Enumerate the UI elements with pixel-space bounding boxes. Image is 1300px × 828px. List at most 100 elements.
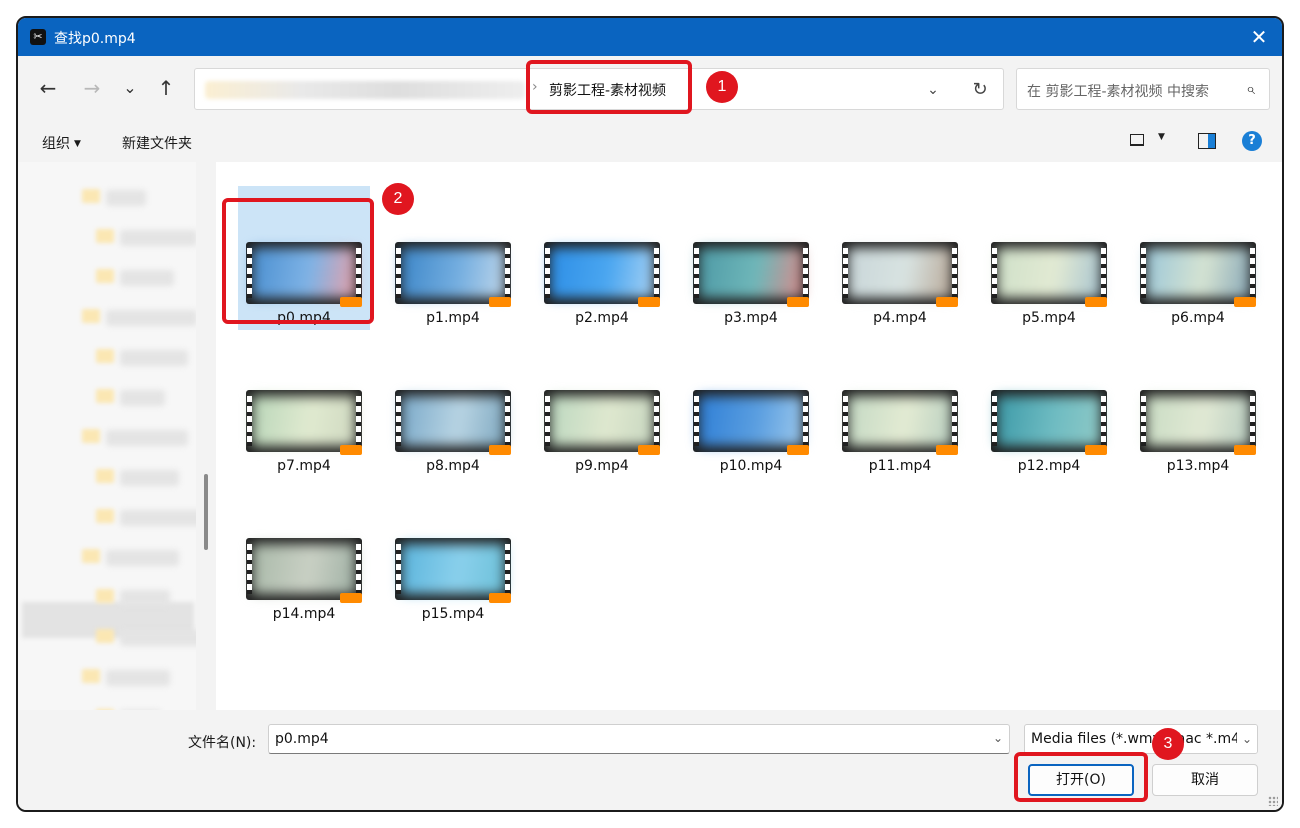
annotation-badge-2: 2 bbox=[382, 183, 414, 215]
file-name: p15.mp4 bbox=[421, 606, 485, 622]
nav-pane-item-blurred[interactable] bbox=[106, 430, 188, 446]
vlc-cone-icon bbox=[1234, 445, 1256, 455]
film-strip-icon bbox=[992, 248, 997, 298]
file-name: p10.mp4 bbox=[719, 458, 783, 474]
organize-label: 组织 bbox=[42, 136, 70, 152]
file-name: p4.mp4 bbox=[873, 310, 927, 326]
video-thumbnail bbox=[544, 242, 660, 307]
thumbnail-image-blurred bbox=[848, 248, 952, 298]
folder-icon bbox=[82, 429, 100, 443]
thumbnail-image-blurred bbox=[550, 396, 654, 446]
nav-pane-item-blurred[interactable] bbox=[106, 310, 196, 326]
preview-pane-icon[interactable] bbox=[1198, 133, 1216, 149]
recent-locations-button[interactable]: ⌄ bbox=[116, 74, 144, 102]
view-mode-icon[interactable] bbox=[1130, 134, 1144, 146]
file-type-select[interactable]: Media files (*.wmv *.aac *.m4 ⌄ bbox=[1024, 724, 1258, 754]
filename-value: p0.mp4 bbox=[275, 731, 329, 747]
file-tile-p7-mp4[interactable]: p7.mp4 bbox=[238, 334, 370, 478]
forward-button[interactable]: → bbox=[78, 74, 106, 102]
thumbnail-image-blurred bbox=[401, 248, 505, 298]
video-thumbnail bbox=[991, 390, 1107, 455]
vlc-cone-icon bbox=[936, 445, 958, 455]
thumbnail-image-blurred bbox=[1146, 248, 1250, 298]
file-tile-p6-mp4[interactable]: p6.mp4 bbox=[1132, 186, 1264, 330]
folder-icon bbox=[82, 189, 100, 203]
file-tile-p5-mp4[interactable]: p5.mp4 bbox=[983, 186, 1115, 330]
file-tile-p15-mp4[interactable]: p15.mp4 bbox=[387, 482, 519, 626]
film-strip-icon bbox=[1250, 396, 1255, 446]
thumbnail-image-blurred bbox=[401, 544, 505, 594]
organize-menu[interactable]: 组织 ▼ bbox=[42, 133, 81, 153]
search-input[interactable]: 在 剪影工程-素材视频 中搜索 ⌕ bbox=[1016, 68, 1270, 110]
nav-pane-item-blurred[interactable] bbox=[106, 190, 146, 206]
video-thumbnail bbox=[693, 390, 809, 455]
file-tile-p2-mp4[interactable]: p2.mp4 bbox=[536, 186, 668, 330]
scrollbar-thumb[interactable] bbox=[204, 474, 208, 550]
chevron-down-icon[interactable]: ⌄ bbox=[921, 78, 945, 102]
folder-icon bbox=[96, 509, 114, 523]
film-strip-icon bbox=[545, 248, 550, 298]
close-button[interactable]: ✕ bbox=[1244, 22, 1274, 52]
nav-pane-item-blurred[interactable] bbox=[120, 470, 179, 486]
up-button[interactable]: ↑ bbox=[152, 74, 180, 102]
file-name: p1.mp4 bbox=[426, 310, 480, 326]
thumbnail-image-blurred bbox=[252, 396, 356, 446]
view-caret-icon[interactable]: ▼ bbox=[1158, 132, 1165, 142]
thumbnail-image-blurred bbox=[997, 396, 1101, 446]
nav-pane-item-blurred[interactable] bbox=[120, 630, 196, 646]
file-type-value: Media files (*.wmv *.aac *.m4 bbox=[1031, 731, 1241, 747]
search-icon[interactable]: ⌕ bbox=[1246, 79, 1255, 99]
nav-pane-item-blurred[interactable] bbox=[120, 590, 170, 606]
command-bar: 组织 ▼ 新建文件夹 ▼ ? bbox=[18, 120, 1282, 162]
file-tile-p10-mp4[interactable]: p10.mp4 bbox=[685, 334, 817, 478]
filename-label: 文件名(N): bbox=[188, 735, 257, 751]
video-thumbnail bbox=[842, 242, 958, 307]
resize-grip-icon[interactable] bbox=[1268, 796, 1278, 806]
vlc-cone-icon bbox=[638, 297, 660, 307]
thumbnail-image-blurred bbox=[699, 396, 803, 446]
file-name: p7.mp4 bbox=[277, 458, 331, 474]
video-thumbnail bbox=[395, 242, 511, 307]
filename-input[interactable]: p0.mp4 ⌄ bbox=[268, 724, 1010, 754]
navigation-pane[interactable] bbox=[18, 162, 196, 710]
film-strip-icon bbox=[843, 248, 848, 298]
film-strip-icon bbox=[952, 248, 957, 298]
file-tile-p12-mp4[interactable]: p12.mp4 bbox=[983, 334, 1115, 478]
file-tile-p11-mp4[interactable]: p11.mp4 bbox=[834, 334, 966, 478]
video-thumbnail bbox=[395, 390, 511, 455]
thumbnail-image-blurred bbox=[550, 248, 654, 298]
vlc-cone-icon bbox=[340, 593, 362, 603]
video-thumbnail bbox=[842, 390, 958, 455]
chevron-down-icon[interactable]: ⌄ bbox=[1237, 725, 1257, 753]
folder-icon bbox=[96, 629, 114, 643]
file-tile-p14-mp4[interactable]: p14.mp4 bbox=[238, 482, 370, 626]
nav-pane-item-blurred[interactable] bbox=[120, 510, 196, 526]
back-button[interactable]: ← bbox=[34, 74, 62, 102]
nav-pane-item-blurred[interactable] bbox=[120, 270, 174, 286]
file-tile-p4-mp4[interactable]: p4.mp4 bbox=[834, 186, 966, 330]
file-tile-p8-mp4[interactable]: p8.mp4 bbox=[387, 334, 519, 478]
nav-pane-item-blurred[interactable] bbox=[120, 350, 188, 366]
navigation-pane-scrollbar[interactable] bbox=[198, 162, 214, 710]
video-thumbnail bbox=[693, 242, 809, 307]
video-thumbnail bbox=[395, 538, 511, 603]
nav-pane-item-blurred[interactable] bbox=[120, 230, 196, 246]
new-folder-button[interactable]: 新建文件夹 bbox=[122, 133, 192, 153]
vlc-cone-icon bbox=[489, 593, 511, 603]
title-bar: ✂ 查找p0.mp4 ✕ bbox=[18, 18, 1282, 56]
file-tile-p3-mp4[interactable]: p3.mp4 bbox=[685, 186, 817, 330]
nav-pane-item-blurred[interactable] bbox=[106, 670, 170, 686]
file-name: p5.mp4 bbox=[1022, 310, 1076, 326]
window-title: 查找p0.mp4 bbox=[54, 31, 136, 47]
nav-pane-item-blurred[interactable] bbox=[106, 550, 179, 566]
vlc-cone-icon bbox=[1085, 445, 1107, 455]
refresh-icon[interactable]: ↻ bbox=[967, 77, 993, 103]
file-tile-p9-mp4[interactable]: p9.mp4 bbox=[536, 334, 668, 478]
cancel-button[interactable]: 取消 bbox=[1152, 764, 1258, 796]
chevron-down-icon[interactable]: ⌄ bbox=[993, 731, 1003, 745]
file-list: p0.mp4 p1.mp4 p2.mp4 p3.mp4 p4.mp4 p5.mp4 p6.m… bbox=[216, 162, 1282, 710]
file-tile-p13-mp4[interactable]: p13.mp4 bbox=[1132, 334, 1264, 478]
folder-icon bbox=[96, 589, 114, 603]
nav-pane-item-blurred[interactable] bbox=[120, 390, 165, 406]
help-icon[interactable]: ? bbox=[1242, 131, 1262, 151]
